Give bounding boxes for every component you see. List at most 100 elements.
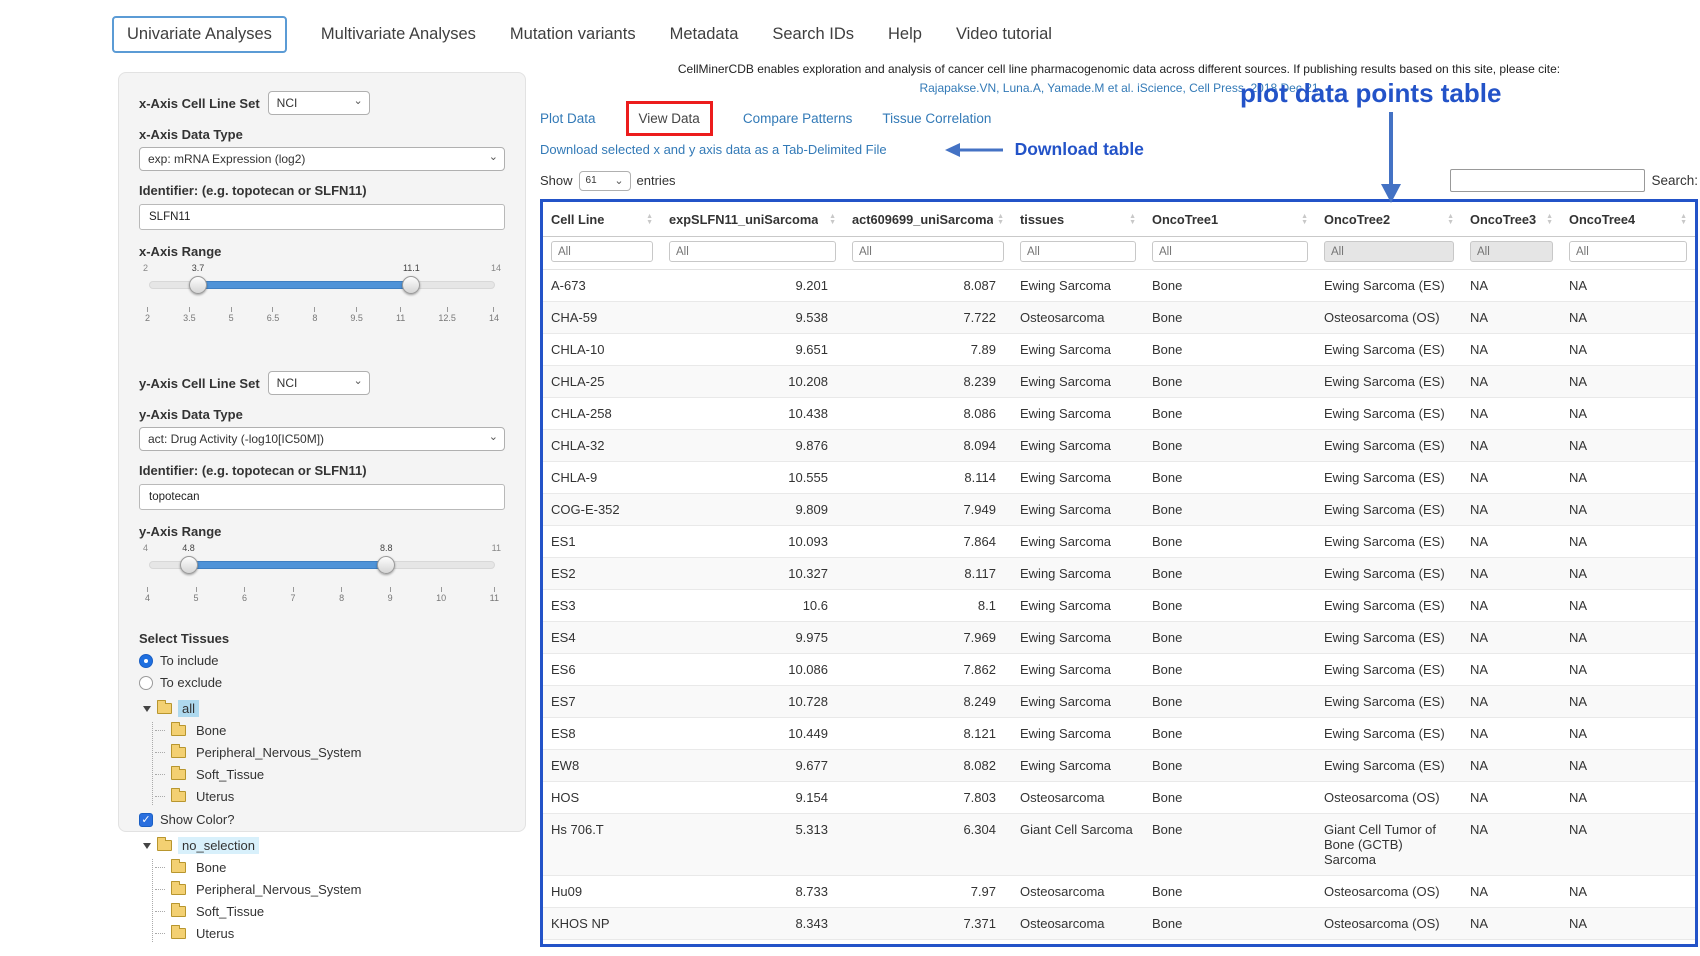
nav-item[interactable]: Video tutorial [956, 25, 1052, 44]
cell-line: CHLA-10 [543, 334, 661, 366]
y-range-slider[interactable]: 4 11 4.8 8.8 [149, 543, 495, 587]
nav-item[interactable]: Metadata [670, 25, 739, 44]
sort-icon[interactable] [1297, 214, 1308, 225]
tree-expander-icon[interactable] [143, 843, 151, 849]
column-filter-input[interactable] [1020, 241, 1136, 262]
sort-icon[interactable] [1443, 214, 1454, 225]
table-row[interactable]: CHLA-25 10.208 8.239 Ewing Sarcoma Bone … [543, 366, 1695, 398]
column-filter-input[interactable] [852, 241, 1004, 262]
slider-handle-high[interactable] [402, 276, 420, 294]
slider-handle-high[interactable] [377, 556, 395, 574]
column-filter-input[interactable] [551, 241, 653, 262]
column-filter-input[interactable] [669, 241, 836, 262]
table-row[interactable]: CHLA-9 10.555 8.114 Ewing Sarcoma Bone E… [543, 462, 1695, 494]
tab-univariate-analyses[interactable]: Univariate Analyses [112, 16, 287, 53]
table-row[interactable]: CHLA-10 9.651 7.89 Ewing Sarcoma Bone Ew… [543, 334, 1695, 366]
tab-view-data[interactable]: View Data [626, 101, 713, 136]
table-row[interactable]: EW8 9.677 8.082 Ewing Sarcoma Bone Ewing… [543, 750, 1695, 782]
table-row[interactable]: HOS 9.154 7.803 Osteosarcoma Bone Osteos… [543, 782, 1695, 814]
tab-tissue-correlation[interactable]: Tissue Correlation [882, 111, 991, 126]
table-row[interactable]: CHLA-32 9.876 8.094 Ewing Sarcoma Bone E… [543, 430, 1695, 462]
tree-root-all[interactable]: all [143, 700, 505, 717]
sort-icon[interactable] [825, 214, 836, 225]
tree-item[interactable]: Bone [155, 722, 505, 739]
page-length-select[interactable]: 61 ⌄ [579, 171, 631, 191]
exp-value: 10.438 [661, 398, 844, 430]
column-header[interactable]: act609699_uniSarcoma [844, 202, 1012, 237]
table-row[interactable]: ES3 10.6 8.1 Ewing Sarcoma Bone Ewing Sa… [543, 590, 1695, 622]
tree-item[interactable]: Soft_Tissue [155, 766, 505, 783]
column-header[interactable]: OncoTree1 [1144, 202, 1316, 237]
checkbox-checked-icon[interactable]: ✓ [139, 813, 153, 827]
radio-to-exclude[interactable]: To exclude [139, 675, 505, 690]
table-row[interactable]: CHA-59 9.538 7.722 Osteosarcoma Bone Ost… [543, 302, 1695, 334]
y-identifier-input[interactable] [139, 484, 505, 510]
tree-item[interactable]: Bone [155, 859, 505, 876]
annotation-plot-data-points-table: plot data points table [1240, 78, 1501, 109]
x-identifier-input[interactable] [139, 204, 505, 230]
radio-icon[interactable] [139, 676, 153, 690]
act-value: 8.114 [844, 462, 1012, 494]
oncotree2: Osteosarcoma (OS) [1316, 876, 1462, 908]
slider-handle-low[interactable] [189, 276, 207, 294]
sort-icon[interactable] [642, 214, 653, 225]
tab-compare-patterns[interactable]: Compare Patterns [743, 111, 853, 126]
nav-item[interactable]: Search IDs [772, 25, 854, 44]
radio-icon[interactable] [139, 654, 153, 668]
column-header[interactable]: OncoTree2 [1316, 202, 1462, 237]
show-color-checkbox-row[interactable]: ✓ Show Color? [139, 812, 505, 827]
table-row[interactable]: ES2 10.327 8.117 Ewing Sarcoma Bone Ewin… [543, 558, 1695, 590]
tree-item[interactable]: Peripheral_Nervous_System [155, 881, 505, 898]
slider-handle-low[interactable] [180, 556, 198, 574]
tissue: Giant Cell Sarcoma [1012, 814, 1144, 876]
tree-item[interactable]: Peripheral_Nervous_System [155, 744, 505, 761]
tab-plot-data[interactable]: Plot Data [540, 111, 596, 126]
table-row[interactable]: A-673 9.201 8.087 Ewing Sarcoma Bone Ewi… [543, 270, 1695, 302]
tree-expander-icon[interactable] [143, 706, 151, 712]
sort-icon[interactable] [1542, 214, 1553, 225]
act-value: 7.969 [844, 622, 1012, 654]
column-header[interactable]: OncoTree4 [1561, 202, 1695, 237]
citation-reference-link[interactable]: Rajapakse.VN, Luna.A, Yamade.M et al. iS… [540, 79, 1698, 98]
tree-root-no-selection[interactable]: no_selection [143, 837, 505, 854]
table-row[interactable]: Hu09 8.733 7.97 Osteosarcoma Bone Osteos… [543, 876, 1695, 908]
sort-icon[interactable] [1125, 214, 1136, 225]
search-input[interactable] [1450, 169, 1645, 192]
column-header[interactable]: expSLFN11_uniSarcoma [661, 202, 844, 237]
tree-item[interactable]: Uterus [155, 788, 505, 805]
tree-item[interactable]: Uterus [155, 925, 505, 942]
oncotree4: NA [1561, 782, 1695, 814]
column-header[interactable]: tissues [1012, 202, 1144, 237]
cell-line: EW8 [543, 750, 661, 782]
table-row[interactable]: ES1 10.093 7.864 Ewing Sarcoma Bone Ewin… [543, 526, 1695, 558]
table-row[interactable]: KHOS NP 8.343 7.371 Osteosarcoma Bone Os… [543, 908, 1695, 940]
nav-item[interactable]: Multivariate Analyses [321, 25, 476, 44]
sort-icon[interactable] [1676, 214, 1687, 225]
table-row[interactable]: CHLA-258 10.438 8.086 Ewing Sarcoma Bone… [543, 398, 1695, 430]
table-row[interactable]: ES7 10.728 8.249 Ewing Sarcoma Bone Ewin… [543, 686, 1695, 718]
table-row[interactable]: ES6 10.086 7.862 Ewing Sarcoma Bone Ewin… [543, 654, 1695, 686]
x-range-slider[interactable]: 2 14 3.7 11.1 [149, 263, 495, 307]
tree-item[interactable]: Soft_Tissue [155, 903, 505, 920]
y-axis-set-select[interactable]: NCI ⌄ [268, 371, 370, 395]
nav-item[interactable]: Help [888, 25, 922, 44]
nav-item[interactable]: Mutation variants [510, 25, 636, 44]
table-row[interactable]: Hs 706.T 5.313 6.304 Giant Cell Sarcoma … [543, 814, 1695, 876]
download-tsv-link[interactable]: Download selected x and y axis data as a… [540, 142, 887, 157]
column-header[interactable]: OncoTree3 [1462, 202, 1561, 237]
oncotree2: Ewing Sarcoma (ES) [1316, 622, 1462, 654]
oncotree3: NA [1462, 398, 1561, 430]
column-filter-input[interactable] [1569, 241, 1687, 262]
column-filter-input[interactable] [1470, 241, 1553, 262]
column-filter-input[interactable] [1152, 241, 1308, 262]
radio-to-include[interactable]: To include [139, 653, 505, 668]
x-axis-set-select[interactable]: NCI ⌄ [268, 91, 370, 115]
column-filter-input[interactable] [1324, 241, 1454, 262]
x-axis-type-select[interactable]: exp: mRNA Expression (log2) ⌄ [139, 147, 505, 171]
sort-icon[interactable] [993, 214, 1004, 225]
y-axis-type-select[interactable]: act: Drug Activity (-log10[IC50M]) ⌄ [139, 427, 505, 451]
table-row[interactable]: ES8 10.449 8.121 Ewing Sarcoma Bone Ewin… [543, 718, 1695, 750]
table-row[interactable]: ES4 9.975 7.969 Ewing Sarcoma Bone Ewing… [543, 622, 1695, 654]
table-row[interactable]: COG-E-352 9.809 7.949 Ewing Sarcoma Bone… [543, 494, 1695, 526]
column-header[interactable]: Cell Line [543, 202, 661, 237]
